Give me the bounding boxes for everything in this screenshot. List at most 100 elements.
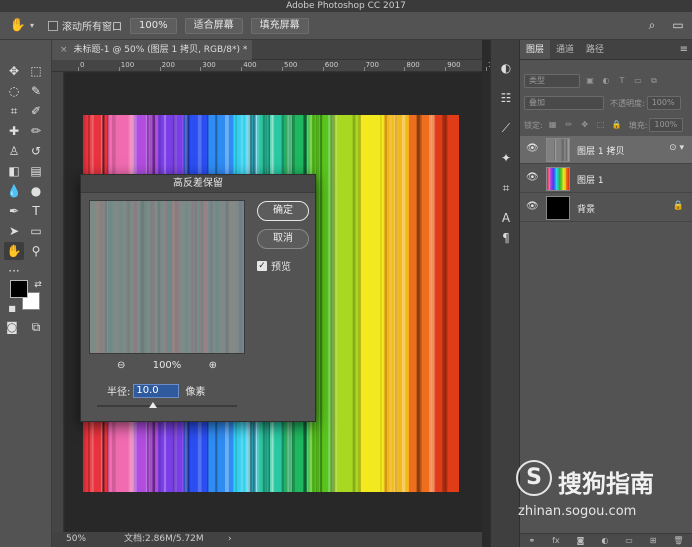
pen-tool-icon[interactable]: ✒ <box>4 202 24 220</box>
character-panel-icon[interactable]: A <box>496 208 516 228</box>
zoom-tool-icon[interactable]: ⚲ <box>26 242 46 260</box>
swap-colors-icon[interactable]: ⇄ <box>28 276 48 294</box>
hand-tool-icon[interactable]: ✋ <box>4 242 24 260</box>
close-icon[interactable]: × <box>60 45 68 55</box>
adjustments-panel-icon[interactable]: ☷ <box>496 88 516 108</box>
shape-tool-icon[interactable]: ▭ <box>26 222 46 240</box>
new-group-icon[interactable]: ▭ <box>625 536 633 545</box>
ok-button[interactable]: 确定 <box>257 201 309 221</box>
radius-input[interactable]: 10.0 <box>133 383 180 398</box>
healing-brush-tool-icon[interactable]: ✚ <box>4 122 24 140</box>
add-mask-icon[interactable]: ◙ <box>577 536 585 545</box>
status-menu-arrow[interactable]: › <box>228 532 232 547</box>
zoom-100-button[interactable]: 100% <box>130 17 177 34</box>
lock-position-icon[interactable]: ✥ <box>579 119 591 131</box>
dodge-tool-icon[interactable]: ● <box>26 182 46 200</box>
filter-pixel-icon[interactable]: ▣ <box>584 75 596 87</box>
zoom-out-icon[interactable]: ⊖ <box>117 360 125 371</box>
hand-icon[interactable]: ✋ <box>8 16 28 36</box>
crop-panel-icon[interactable]: ⌗ <box>496 178 516 198</box>
lock-transparent-icon[interactable]: ▦ <box>547 119 559 131</box>
brush-tool-icon[interactable]: ✏ <box>26 122 46 140</box>
visibility-eye-icon[interactable]: 👁 <box>526 143 539 154</box>
lock-paint-icon[interactable]: ✏ <box>563 119 575 131</box>
thumb-stripe <box>566 139 568 161</box>
quick-select-tool-icon[interactable]: ✎ <box>26 82 46 100</box>
type-tool-icon[interactable]: T <box>26 202 46 220</box>
clone-stamp-tool-icon[interactable]: ♙ <box>4 142 24 160</box>
more-tools-icon[interactable]: ··· <box>4 262 24 280</box>
window-title: Adobe Photoshop CC 2017 <box>0 0 692 12</box>
lock-artboard-icon[interactable]: ⬚ <box>595 119 607 131</box>
layers-panel-footer: ⚭ fx ◙ ◐ ▭ ⊞ 🗑 <box>520 533 692 547</box>
marquee-tool-icon[interactable]: ⬚ <box>26 62 46 80</box>
layer-filter-select[interactable]: 类型 <box>524 74 580 88</box>
tab-paths[interactable]: 路径 <box>580 40 610 59</box>
color-panel-icon[interactable]: ◐ <box>496 58 516 78</box>
preview-stripe <box>210 201 213 353</box>
radius-slider[interactable] <box>97 402 237 408</box>
workspace-icon[interactable]: ▭ <box>670 16 686 34</box>
fill-screen-button[interactable]: 填充屏幕 <box>250 17 309 34</box>
smart-filter-icon[interactable]: ⊙ ▾ <box>669 143 684 153</box>
foreground-color-swatch[interactable] <box>10 280 28 298</box>
cancel-button[interactable]: 取消 <box>257 229 309 249</box>
eraser-tool-icon[interactable]: ◧ <box>4 162 24 180</box>
tool-preset-caret-icon[interactable]: ▾ <box>30 21 34 30</box>
preview-checkbox[interactable]: ✓ 预览 <box>257 258 291 273</box>
paragraph-panel-icon[interactable]: ¶ <box>496 228 516 248</box>
fill-input[interactable]: 100% <box>649 118 684 132</box>
filter-shape-icon[interactable]: ▭ <box>632 75 644 87</box>
tab-layers[interactable]: 图层 <box>520 40 551 59</box>
gradient-tool-icon[interactable]: ▤ <box>26 162 46 180</box>
quick-mask-icon[interactable]: ◙ <box>2 318 22 336</box>
path-select-tool-icon[interactable]: ➤ <box>4 222 24 240</box>
crop-tool-icon[interactable]: ⌗ <box>4 102 24 120</box>
lock-all-icon[interactable]: 🔒 <box>611 119 623 131</box>
horizontal-ruler[interactable]: 01002003004005006007008009001000 <box>52 60 506 72</box>
visibility-eye-icon[interactable]: 👁 <box>526 172 539 183</box>
filter-adjustment-icon[interactable]: ◐ <box>600 75 612 87</box>
curves-panel-icon[interactable]: ⟋ <box>496 118 516 138</box>
new-adjustment-icon[interactable]: ◐ <box>601 536 608 545</box>
fit-screen-button[interactable]: 适合屏幕 <box>184 17 243 34</box>
move-tool-icon[interactable]: ✥ <box>4 62 24 80</box>
delete-layer-icon[interactable]: 🗑 <box>673 536 683 545</box>
layer-row[interactable]: 👁 背景 🔒 <box>520 194 692 222</box>
tab-channels[interactable]: 通道 <box>550 40 580 59</box>
radius-slider-thumb[interactable] <box>149 402 157 408</box>
ruler-tick <box>404 67 406 71</box>
layer-row[interactable]: 👁 图层 1 拷贝 ⊙ ▾ <box>520 136 692 164</box>
blend-mode-select[interactable]: 叠加 <box>524 96 604 110</box>
ruler-label: 900 <box>447 61 461 69</box>
layer-thumbnail <box>546 138 570 162</box>
search-icon[interactable]: ⌕ <box>644 16 660 34</box>
vertical-ruler[interactable] <box>52 72 64 532</box>
blur-tool-icon[interactable]: 💧 <box>4 182 24 200</box>
filter-preview[interactable] <box>89 200 245 354</box>
lasso-tool-icon[interactable]: ◌ <box>4 82 24 100</box>
new-layer-icon[interactable]: ⊞ <box>650 536 657 545</box>
filter-type-icon[interactable]: T <box>616 75 628 87</box>
screen-mode-icon[interactable]: ⧉ <box>26 318 46 336</box>
layer-row[interactable]: 👁 图层 1 <box>520 165 692 193</box>
document-tab[interactable]: × 未标题-1 @ 50% (图层 1 拷贝, RGB/8*) * <box>52 40 252 60</box>
fx-icon[interactable]: fx <box>552 536 560 545</box>
filter-smart-icon[interactable]: ⧉ <box>648 75 660 87</box>
canvas-stripe-line <box>417 115 420 492</box>
sogou-watermark: S 搜狗指南 zhinan.sogou.com <box>512 458 692 528</box>
default-colors-icon[interactable]: ■ <box>2 300 22 318</box>
puzzle-panel-icon[interactable]: ✦ <box>496 148 516 168</box>
zoom-in-icon[interactable]: ⊕ <box>209 360 217 371</box>
checkmark-icon[interactable]: ✓ <box>257 260 267 271</box>
visibility-eye-icon[interactable]: 👁 <box>526 201 539 212</box>
scroll-all-windows-checkbox[interactable] <box>48 20 59 31</box>
history-brush-tool-icon[interactable]: ↺ <box>26 142 46 160</box>
link-layers-icon[interactable]: ⚭ <box>528 536 535 545</box>
eyedropper-tool-icon[interactable]: ✐ <box>26 102 46 120</box>
opacity-input[interactable]: 100% <box>646 96 681 110</box>
dialog-title[interactable]: 高反差保留 <box>81 175 315 193</box>
status-zoom[interactable]: 50% <box>66 532 86 547</box>
panel-menu-icon[interactable]: ≡ <box>680 40 688 60</box>
preview-stripe <box>103 201 106 353</box>
